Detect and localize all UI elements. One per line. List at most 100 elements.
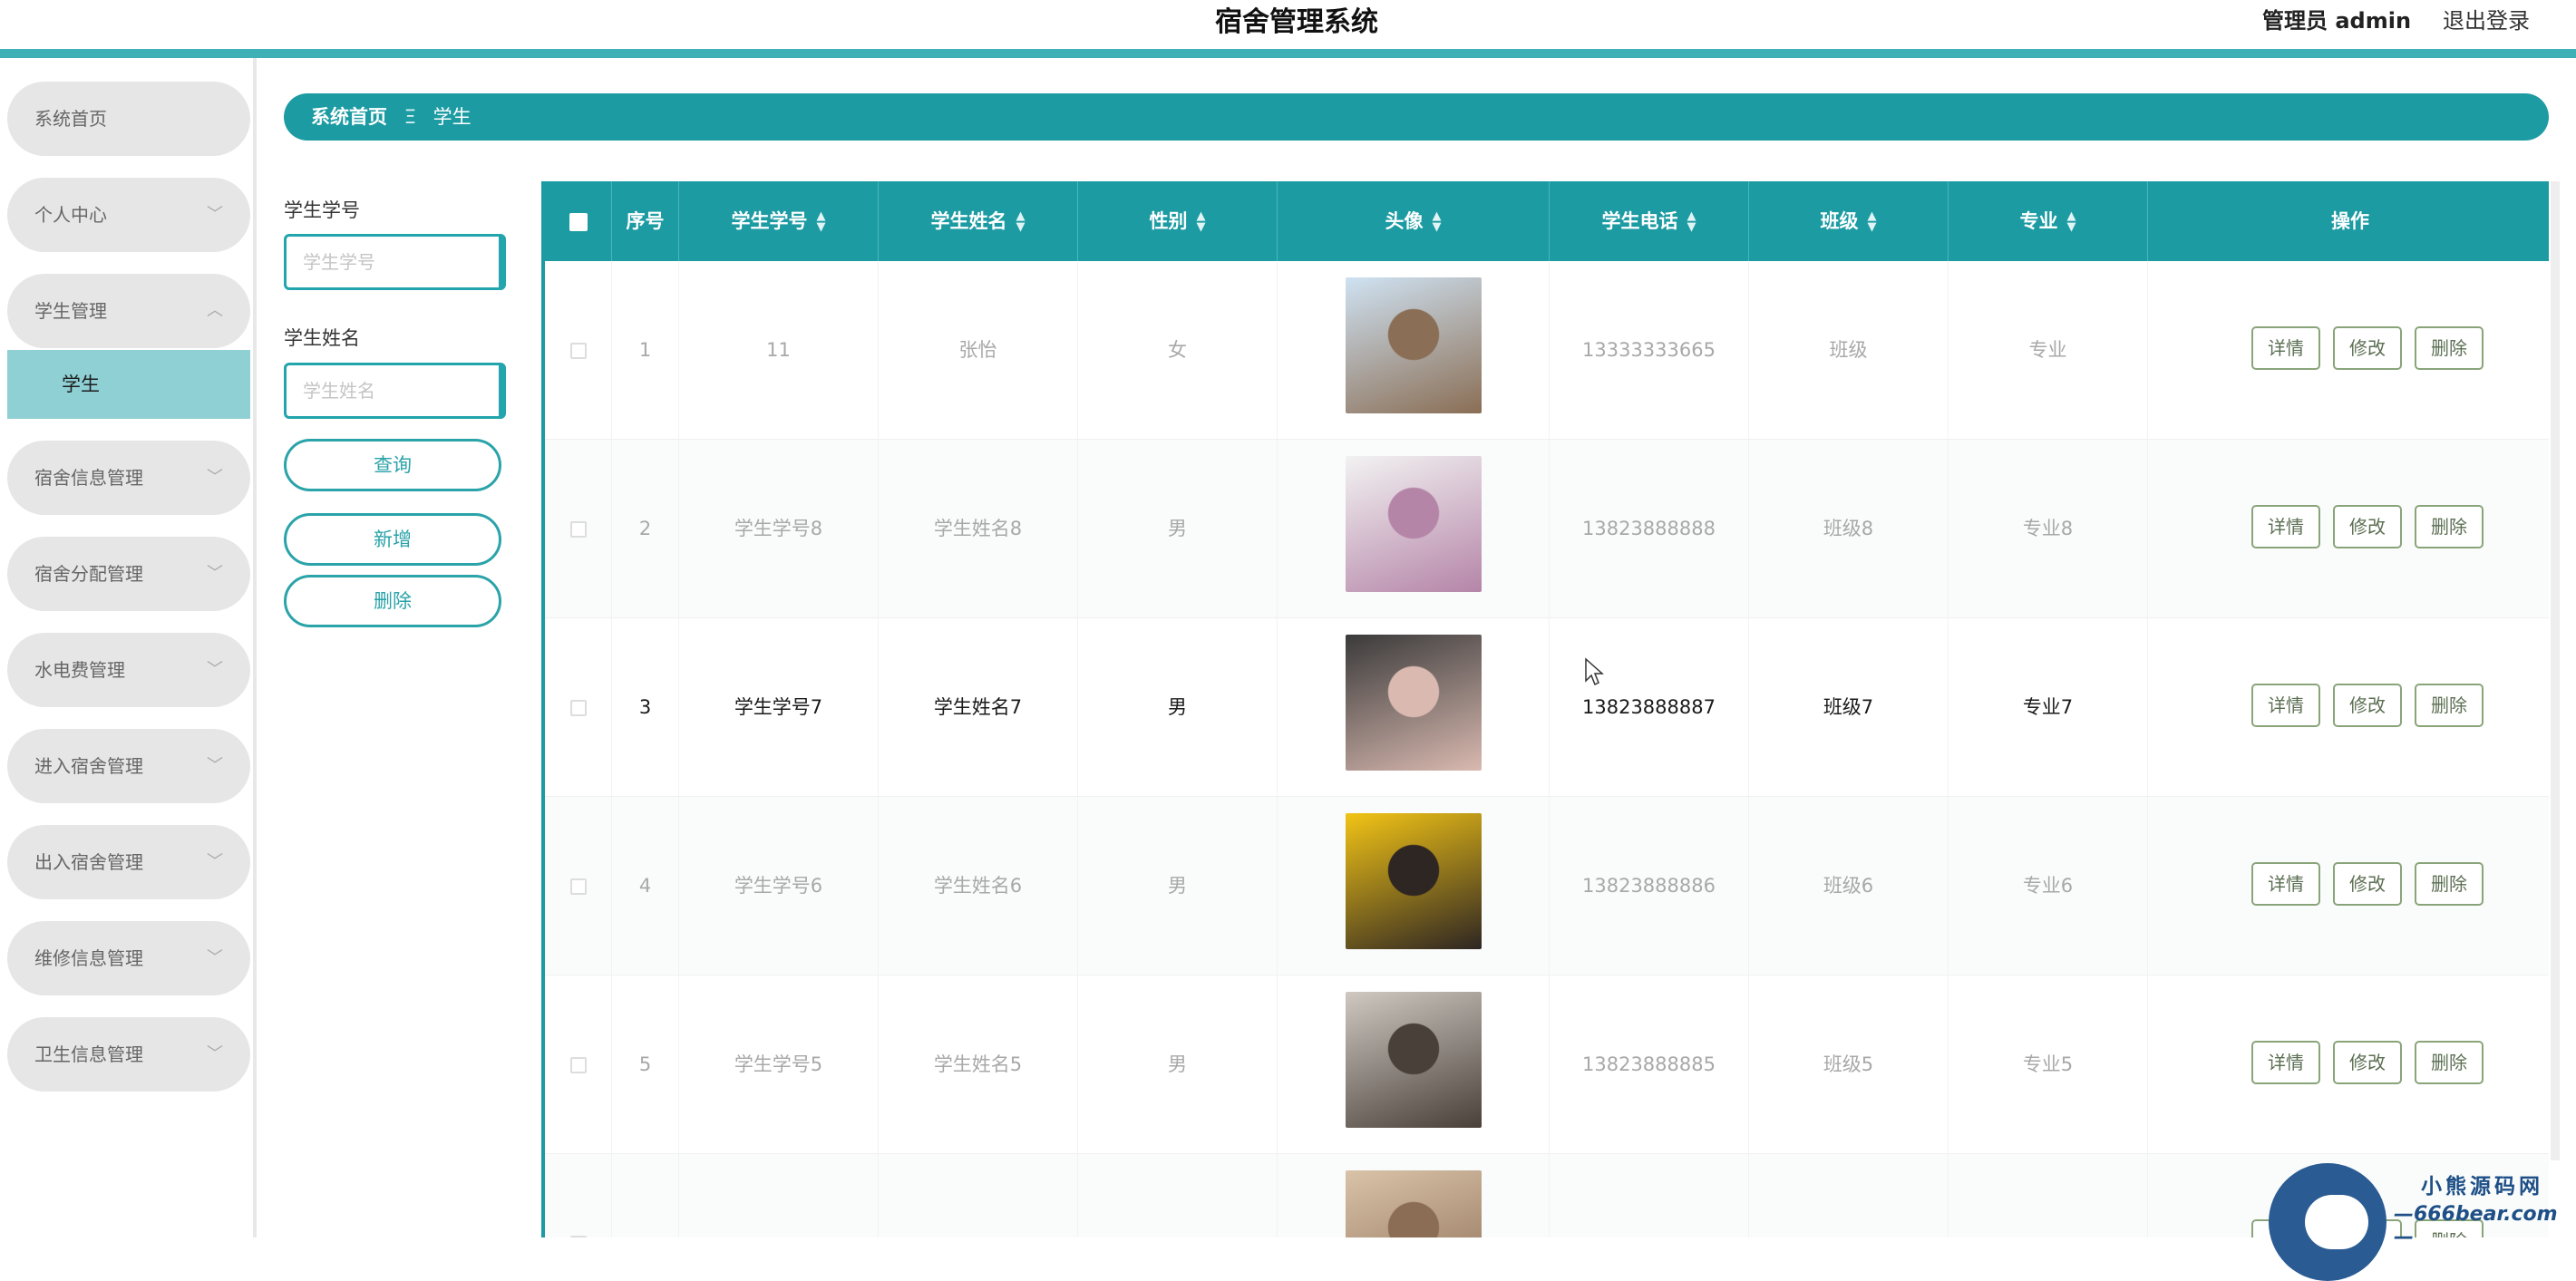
batch-delete-button[interactable]: 删除 — [284, 575, 501, 627]
cell-class: 班级5 — [1749, 975, 1949, 1154]
detail-button[interactable]: 详情 — [2251, 326, 2320, 370]
cell-gender: 女 — [1078, 261, 1278, 440]
delete-button[interactable]: 删除 — [2415, 505, 2484, 548]
delete-button[interactable]: 删除 — [2415, 1041, 2484, 1084]
cell-major: 专业7 — [1949, 618, 2148, 797]
logout-link[interactable]: 退出登录 — [2443, 0, 2530, 42]
sidebar-subitem-student[interactable]: 学生 — [7, 350, 250, 419]
column-header-student-no[interactable]: 学生学号 ▲ ▼ — [679, 181, 879, 261]
cell-student-no: 学生学号8 — [679, 440, 879, 618]
table-header: 序号 学生学号 ▲ ▼ 学生姓名 ▲ ▼ 性别 ▲ ▼ 头像 ▲ ▼ 学生电话 ▲ ▼ 班级 ▲ ▼ 专… — [545, 181, 2549, 261]
detail-button[interactable]: 详情 — [2251, 862, 2320, 906]
sort-icon[interactable]: ▲ ▼ — [2067, 210, 2076, 233]
top-header: 宿舍管理系统 管理员 admin 退出登录 — [0, 0, 2576, 49]
row-checkbox[interactable] — [569, 700, 587, 716]
column-header-major[interactable]: 专业 ▲ ▼ — [1949, 181, 2148, 261]
table-row[interactable]: 4 学生学号6 学生姓名6 男 13823888886 班级6 专业6 详情 修改 删除 — [545, 797, 2549, 975]
sidebar-item-dorm-access[interactable]: 出入宿舍管理 ﹀ — [7, 825, 250, 899]
sidebar-item-hygiene-info[interactable]: 卫生信息管理 ﹀ — [7, 1017, 250, 1092]
table-row[interactable]: 详情修改删除 — [545, 1154, 2549, 1237]
row-checkbox[interactable] — [569, 878, 587, 895]
bear-logo-icon — [2269, 1163, 2386, 1281]
delete-button[interactable]: 删除 — [2415, 862, 2484, 906]
edit-button[interactable]: 修改 — [2333, 326, 2402, 370]
select-all-checkbox[interactable] — [569, 213, 588, 231]
sidebar-item-label: 宿舍信息管理 — [34, 467, 143, 489]
edit-button[interactable]: 修改 — [2333, 862, 2402, 906]
column-header-student-name[interactable]: 学生姓名 ▲ ▼ — [879, 181, 1078, 261]
cell-gender: 男 — [1078, 975, 1278, 1154]
avatar — [1346, 992, 1482, 1128]
cell-index: 5 — [612, 975, 679, 1154]
sidebar-item-label: 学生管理 — [34, 300, 107, 322]
column-header-phone[interactable]: 学生电话 ▲ ▼ — [1550, 181, 1749, 261]
row-checkbox[interactable] — [569, 1057, 587, 1073]
table-row[interactable]: 1 11 张怡女 13333333665 班级 专业 详情 修改 删除 — [545, 261, 2549, 440]
admin-user-label: 管理员 admin — [2262, 8, 2412, 34]
student-no-label: 学生学号 — [284, 199, 360, 221]
sidebar-item-label: 系统首页 — [34, 108, 107, 130]
cell-student-name: 学生姓名7 — [879, 618, 1078, 797]
sidebar-item-utility-fee[interactable]: 水电费管理 ﹀ — [7, 633, 250, 707]
sidebar-item-personal-center[interactable]: 个人中心 ﹀ — [7, 178, 250, 252]
sort-icon[interactable]: ▲ ▼ — [1868, 210, 1877, 233]
detail-button[interactable]: 详情 — [2251, 684, 2320, 727]
delete-button[interactable]: 删除 — [2415, 326, 2484, 370]
sort-icon[interactable]: ▲ ▼ — [817, 210, 826, 233]
sidebar-item-home[interactable]: 系统首页 — [7, 82, 250, 156]
avatar-cell — [1278, 1154, 1550, 1237]
avatar-cell — [1278, 618, 1550, 797]
chevron-up-icon: ︿ — [207, 301, 223, 320]
row-select-cell — [545, 975, 612, 1154]
actions-cell: 详情修改删除 — [2148, 261, 2549, 440]
cell-student-no — [679, 1154, 879, 1237]
sidebar-item-label: 宿舍分配管理 — [34, 563, 143, 585]
delete-button[interactable]: 删除 — [2415, 684, 2484, 727]
breadcrumb-home-link[interactable]: 系统首页 — [311, 106, 387, 128]
column-header-avatar[interactable]: 头像 ▲ ▼ — [1278, 181, 1550, 261]
sidebar-item-dorm-entry[interactable]: 进入宿舍管理 ﹀ — [7, 729, 250, 803]
vertical-scrollbar[interactable] — [2551, 181, 2560, 1160]
table-row[interactable]: 3 学生学号7 学生姓名7 男 13823888887 班级7 专业7 详情 修改 删除 — [545, 618, 2549, 797]
student-no-input[interactable] — [284, 234, 506, 290]
chevron-down-icon: ﹀ — [207, 1044, 223, 1063]
cell-gender: 男 — [1078, 797, 1278, 975]
sort-icon[interactable]: ▲ ▼ — [1016, 210, 1026, 233]
chevron-down-icon: ﹀ — [207, 468, 223, 487]
sidebar-item-dorm-info[interactable]: 宿舍信息管理 ﹀ — [7, 441, 250, 515]
row-checkbox[interactable] — [569, 521, 587, 538]
sort-icon[interactable]: ▲ ▼ — [1433, 210, 1442, 233]
sort-icon[interactable]: ▲ ▼ — [1687, 210, 1696, 233]
detail-button[interactable]: 详情 — [2251, 1041, 2320, 1084]
student-name-input[interactable] — [284, 363, 506, 419]
add-button[interactable]: 新增 — [284, 513, 501, 566]
sidebar-item-student-management[interactable]: 学生管理 ︿ — [7, 274, 250, 348]
edit-button[interactable]: 修改 — [2333, 1041, 2402, 1084]
row-checkbox[interactable] — [569, 343, 587, 359]
cell-student-name: 张怡 — [879, 261, 1078, 440]
cell-major: 专业5 — [1949, 975, 2148, 1154]
sidebar-item-label: 个人中心 — [34, 204, 107, 226]
detail-button[interactable]: 详情 — [2251, 505, 2320, 548]
column-header-class[interactable]: 班级 ▲ ▼ — [1749, 181, 1949, 261]
avatar — [1346, 635, 1482, 771]
row-select-cell — [545, 440, 612, 618]
chevron-down-icon: ﹀ — [207, 564, 223, 583]
sort-icon[interactable]: ▲ ▼ — [1197, 210, 1206, 233]
avatar-cell — [1278, 261, 1550, 440]
edit-button[interactable]: 修改 — [2333, 505, 2402, 548]
cell-student-name: 学生姓名5 — [879, 975, 1078, 1154]
table-row[interactable]: 5 学生学号5 学生姓名5 男 13823888885 班级5 专业5 详情 修改 删除 — [545, 975, 2549, 1154]
actions-cell: 详情修改删除 — [2148, 975, 2549, 1154]
edit-button[interactable]: 修改 — [2333, 684, 2402, 727]
student-table: 序号 学生学号 ▲ ▼ 学生姓名 ▲ ▼ 性别 ▲ ▼ 头像 ▲ ▼ 学生电话 ▲ ▼ 班级 ▲ ▼ 专… — [541, 181, 2549, 1237]
sidebar-item-label: 进入宿舍管理 — [34, 755, 143, 777]
chevron-down-icon: ﹀ — [207, 756, 223, 775]
sidebar-item-dorm-allocation[interactable]: 宿舍分配管理 ﹀ — [7, 537, 250, 611]
sidebar-item-repair-info[interactable]: 维修信息管理 ﹀ — [7, 921, 250, 995]
sidebar-item-label: 卫生信息管理 — [34, 1043, 143, 1065]
query-button[interactable]: 查询 — [284, 439, 501, 491]
cell-student-name: 学生姓名6 — [879, 797, 1078, 975]
column-header-gender[interactable]: 性别 ▲ ▼ — [1078, 181, 1278, 261]
table-row[interactable]: 2 学生学号8 学生姓名8 男 13823888888 班级8 专业8 详情 修改 删除 — [545, 440, 2549, 618]
